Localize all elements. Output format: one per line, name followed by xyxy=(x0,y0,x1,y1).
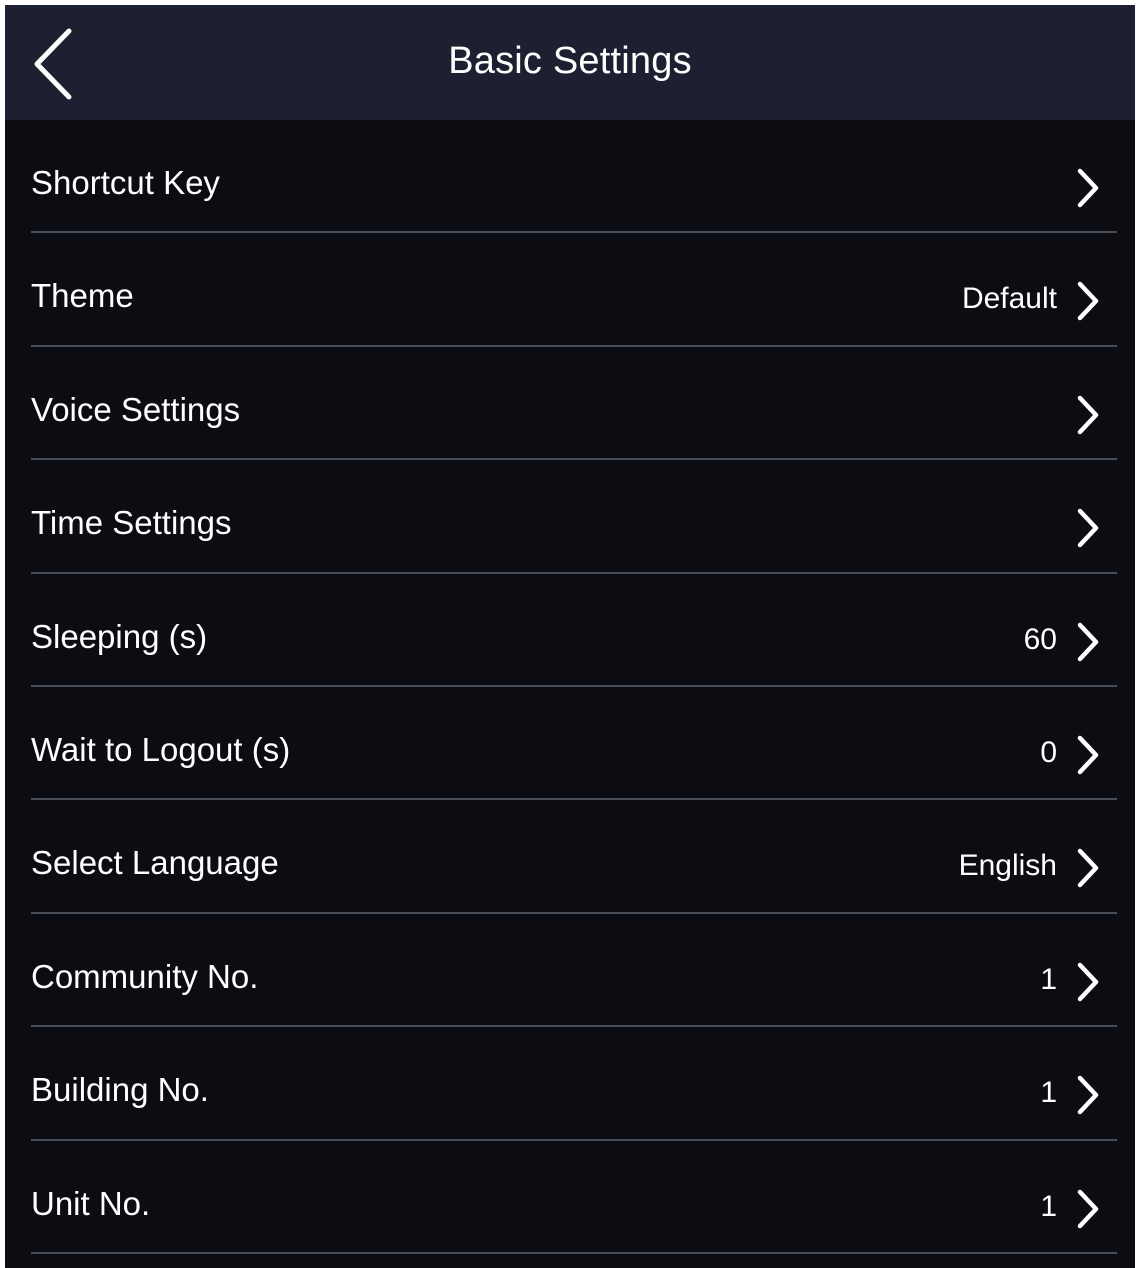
setting-label: Theme xyxy=(31,277,134,315)
chevron-right-icon xyxy=(1075,508,1101,548)
chevron-right-icon xyxy=(1075,1075,1101,1115)
setting-label: Time Settings xyxy=(31,504,232,542)
chevron-right-icon xyxy=(1075,962,1101,1002)
setting-row-sleeping[interactable]: Sleeping (s) 60 xyxy=(5,574,1135,687)
setting-row-unit-no[interactable]: Unit No. 1 xyxy=(5,1141,1135,1254)
setting-row-voice-settings[interactable]: Voice Settings xyxy=(5,347,1135,461)
divider xyxy=(31,1251,1117,1254)
page-title: Basic Settings xyxy=(448,40,692,82)
setting-row-community-no[interactable]: Community No. 1 xyxy=(5,914,1135,1028)
chevron-right-icon xyxy=(1075,281,1101,321)
setting-label: Sleeping (s) xyxy=(31,617,208,655)
setting-value: 60 xyxy=(1023,622,1057,656)
setting-label: Select Language xyxy=(31,844,279,882)
setting-row-building-no[interactable]: Building No. 1 xyxy=(5,1027,1135,1141)
settings-list: Shortcut Key Theme Default Voice Setting… xyxy=(5,120,1135,1254)
setting-value: Default xyxy=(961,282,1057,316)
setting-label: Unit No. xyxy=(31,1184,151,1222)
basic-settings-screen: Basic Settings Shortcut Key Theme Defaul… xyxy=(5,5,1135,1268)
setting-row-select-language[interactable]: Select Language English xyxy=(5,800,1135,914)
setting-value: 1 xyxy=(1040,1076,1057,1110)
setting-value: English xyxy=(958,849,1057,883)
setting-label: Shortcut Key xyxy=(31,164,220,201)
setting-value: 0 xyxy=(1040,735,1057,769)
setting-value: 1 xyxy=(1040,1189,1057,1223)
chevron-right-icon xyxy=(1075,395,1101,435)
setting-row-wait-to-logout[interactable]: Wait to Logout (s) 0 xyxy=(5,687,1135,801)
setting-label: Voice Settings xyxy=(31,390,241,428)
header-bar: Basic Settings xyxy=(5,5,1135,120)
chevron-right-icon xyxy=(1075,168,1101,208)
setting-label: Building No. xyxy=(31,1071,209,1109)
setting-label: Wait to Logout (s) xyxy=(31,730,291,768)
chevron-right-icon xyxy=(1075,622,1101,662)
setting-label: Community No. xyxy=(31,957,259,995)
chevron-right-icon xyxy=(1075,735,1101,775)
setting-row-theme[interactable]: Theme Default xyxy=(5,233,1135,347)
setting-row-shortcut-key[interactable]: Shortcut Key xyxy=(5,120,1135,234)
setting-value: 1 xyxy=(1040,962,1057,996)
chevron-right-icon xyxy=(1075,1189,1101,1229)
setting-row-time-settings[interactable]: Time Settings xyxy=(5,460,1135,574)
chevron-right-icon xyxy=(1075,848,1101,888)
